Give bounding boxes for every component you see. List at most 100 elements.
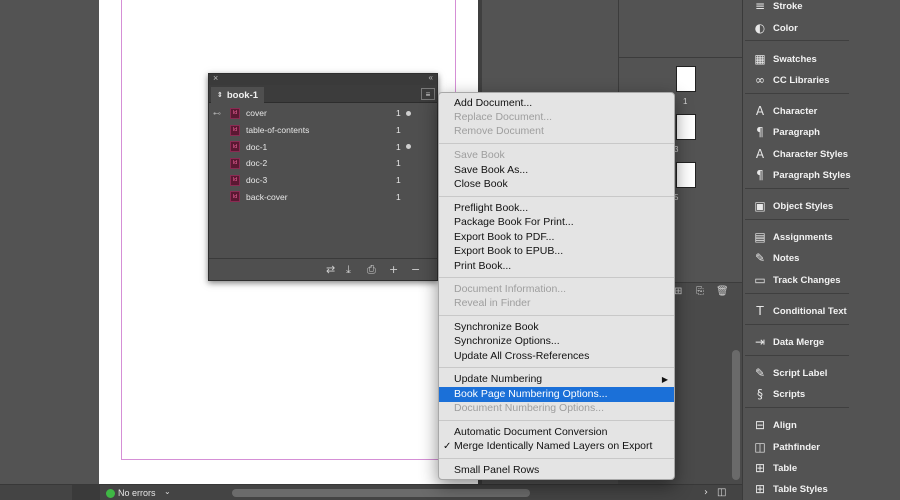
menu-item-small-panel-rows[interactable]: Small Panel Rows (439, 463, 674, 478)
dock-label: Assignments (773, 231, 833, 243)
dock-item-table-styles[interactable]: ⊞ Table Styles (745, 479, 851, 499)
menu-item-document-numbering-options[interactable]: Document Numbering Options... (439, 401, 674, 416)
menu-item-save-book[interactable]: Save Book (439, 148, 674, 163)
menu-item-export-epub[interactable]: Export Book to EPUB... (439, 244, 674, 259)
menu-item-preflight-book[interactable]: Preflight Book... (439, 201, 674, 216)
hamburger-icon: ≡ (425, 89, 431, 99)
dock-item-color[interactable]: ◐ Color (745, 18, 851, 38)
book-document-row[interactable]: Id table-of-contents 1 (209, 122, 437, 139)
book-document-row[interactable]: Id doc-1 1 (209, 138, 437, 155)
menu-item-synchronize-options[interactable]: Synchronize Options... (439, 334, 674, 349)
dock-label: Character Styles (773, 148, 848, 160)
dock-item-paragraph-styles[interactable]: ¶ Paragraph Styles (745, 165, 851, 185)
dock-item-object-styles[interactable]: ▣ Object Styles (745, 196, 851, 216)
menu-item-save-book-as[interactable]: Save Book As... (439, 163, 674, 178)
save-book-icon[interactable]: ⤓ (346, 263, 351, 277)
dock-item-stroke[interactable]: ≡ Stroke (745, 0, 851, 16)
document-pages: 1 (396, 125, 401, 136)
dock-label: Track Changes (773, 274, 841, 286)
dock-item-data-merge[interactable]: ⇥ Data Merge (745, 332, 851, 352)
new-page-icon[interactable]: ⊞ (674, 286, 682, 297)
remove-document-icon[interactable]: − (411, 263, 420, 276)
dock-item-character[interactable]: A Character (745, 101, 851, 121)
book-document-row[interactable]: Id doc-3 1 (209, 172, 437, 189)
menu-item-update-cross-references[interactable]: Update All Cross-References (439, 349, 674, 364)
horizontal-scrollbar[interactable] (232, 489, 530, 497)
conditional-text-icon: T (756, 304, 764, 318)
menu-item-reveal-in-finder[interactable]: Reveal in Finder (439, 296, 674, 311)
dock-item-assignments[interactable]: ▤ Assignments (745, 227, 851, 247)
preflight-status[interactable]: No errors (118, 488, 156, 498)
book-document-row[interactable]: Id doc-2 1 (209, 155, 437, 172)
panel-menu-button[interactable]: ≡ (421, 88, 435, 100)
menu-item-package-book[interactable]: Package Book For Print... (439, 215, 674, 230)
page-thumbnail[interactable] (676, 162, 696, 188)
dock-label: Conditional Text (773, 305, 847, 317)
stroke-icon: ≡ (754, 0, 766, 13)
menu-item-export-pdf[interactable]: Export Book to PDF... (439, 230, 674, 245)
menu-separator (439, 367, 674, 368)
synchronize-icon[interactable]: ⇄ (326, 263, 335, 276)
dock-label: Data Merge (773, 336, 825, 348)
menu-item-book-page-numbering-options[interactable]: Book Page Numbering Options... (439, 387, 674, 402)
style-source-icon[interactable]: ⊷ (213, 109, 221, 118)
script-label-icon: ✎ (754, 366, 766, 380)
dock-item-notes[interactable]: ✎ Notes (745, 248, 851, 268)
page-thumbnail[interactable] (676, 66, 696, 92)
book-document-row[interactable]: ⊷ Id cover 1 (209, 105, 437, 122)
dock-item-conditional-text[interactable]: T Conditional Text (745, 301, 851, 321)
close-icon[interactable]: × (213, 73, 218, 83)
page-thumbnail[interactable] (676, 114, 696, 140)
scroll-right-chevron-icon[interactable]: › (704, 487, 708, 498)
menu-item-synchronize-book[interactable]: Synchronize Book (439, 320, 674, 335)
menu-item-print-book[interactable]: Print Book... (439, 259, 674, 274)
indesign-file-icon: Id (230, 141, 240, 153)
document-pages: 1 (396, 175, 401, 186)
dock-item-track-changes[interactable]: ▭ Track Changes (745, 270, 851, 290)
split-window-icon[interactable]: ◫ (717, 487, 726, 498)
dock-label: CC Libraries (773, 74, 830, 86)
document-pages: 1 (396, 108, 401, 119)
dock-item-swatches[interactable]: ▦ Swatches (745, 49, 851, 69)
object-styles-icon: ▣ (754, 199, 766, 213)
menu-item-remove-document[interactable]: Remove Document (439, 124, 674, 139)
cc-libraries-icon: ∞ (755, 73, 765, 87)
panel-titlebar[interactable]: × « (209, 73, 437, 85)
panel-dock: ≡ Stroke ◐ Color ▦ Swatches ∞ CC Libraries A… (742, 0, 900, 500)
menu-item-merge-layers[interactable]: ✓ Merge Identically Named Layers on Expo… (439, 439, 674, 454)
menu-item-add-document[interactable]: Add Document... (439, 96, 674, 111)
collapse-icon[interactable]: « (429, 73, 433, 82)
dock-divider (745, 324, 849, 325)
dock-divider (745, 188, 849, 189)
print-book-icon[interactable]: ⎙ (367, 263, 376, 277)
preflight-ok-icon (106, 489, 115, 498)
dock-item-align[interactable]: ⊟ Align (745, 415, 851, 435)
table-styles-icon: ⊞ (754, 482, 766, 496)
menu-item-document-information[interactable]: Document Information... (439, 282, 674, 297)
move-page-icon[interactable]: ⎘ (696, 286, 704, 297)
menu-item-close-book[interactable]: Close Book (439, 177, 674, 192)
menu-item-replace-document[interactable]: Replace Document... (439, 110, 674, 125)
pathfinder-icon: ◫ (754, 440, 766, 454)
page-number-field[interactable] (72, 485, 100, 500)
dock-item-paragraph[interactable]: ¶ Paragraph (745, 122, 851, 142)
dock-item-character-styles[interactable]: A Character Styles (745, 144, 851, 164)
menu-separator (439, 143, 674, 144)
dock-item-pathfinder[interactable]: ◫ Pathfinder (745, 437, 851, 457)
delete-page-icon[interactable]: 🗑 (716, 286, 729, 297)
menu-item-update-numbering[interactable]: Update Numbering ▶ (439, 372, 674, 387)
dock-item-table[interactable]: ⊞ Table (745, 458, 851, 478)
dock-label: Table Styles (773, 483, 828, 495)
tab-book[interactable]: ⇕ book-1 (211, 87, 265, 103)
vertical-scrollbar[interactable] (732, 350, 740, 480)
add-document-icon[interactable]: + (389, 263, 398, 276)
dock-item-script-label[interactable]: ✎ Script Label (745, 363, 851, 383)
document-open-icon (406, 110, 411, 116)
preflight-menu-chevron-icon[interactable]: ⌄ (164, 487, 171, 496)
dock-item-scripts[interactable]: § Scripts (745, 384, 851, 404)
dock-item-cc-libraries[interactable]: ∞ CC Libraries (745, 70, 851, 90)
dock-label: Color (773, 22, 798, 34)
menu-item-automatic-document-conversion[interactable]: Automatic Document Conversion (439, 425, 674, 440)
book-document-row[interactable]: Id back-cover 1 (209, 188, 437, 205)
dock-label: Paragraph (773, 126, 820, 138)
